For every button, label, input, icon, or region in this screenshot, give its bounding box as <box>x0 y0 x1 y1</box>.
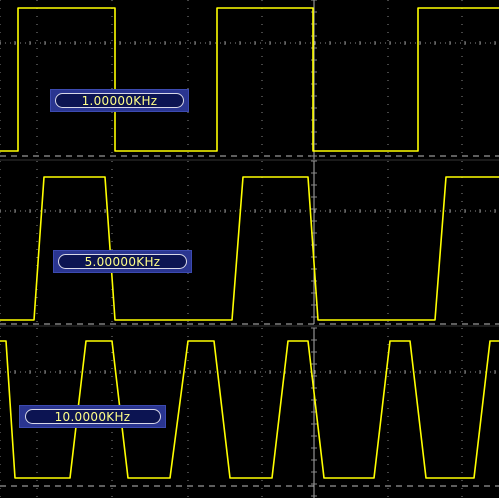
frequency-readout-2: 5.00000KHz <box>58 254 187 269</box>
frequency-label-box-2: 5.00000KHz <box>53 250 192 273</box>
frequency-readout-1: 1.00000KHz <box>55 93 184 108</box>
frequency-label-box-3: 10.0000KHz <box>19 405 166 428</box>
frequency-readout-3: 10.0000KHz <box>24 409 161 424</box>
frequency-label-box-1: 1.00000KHz <box>50 89 189 112</box>
